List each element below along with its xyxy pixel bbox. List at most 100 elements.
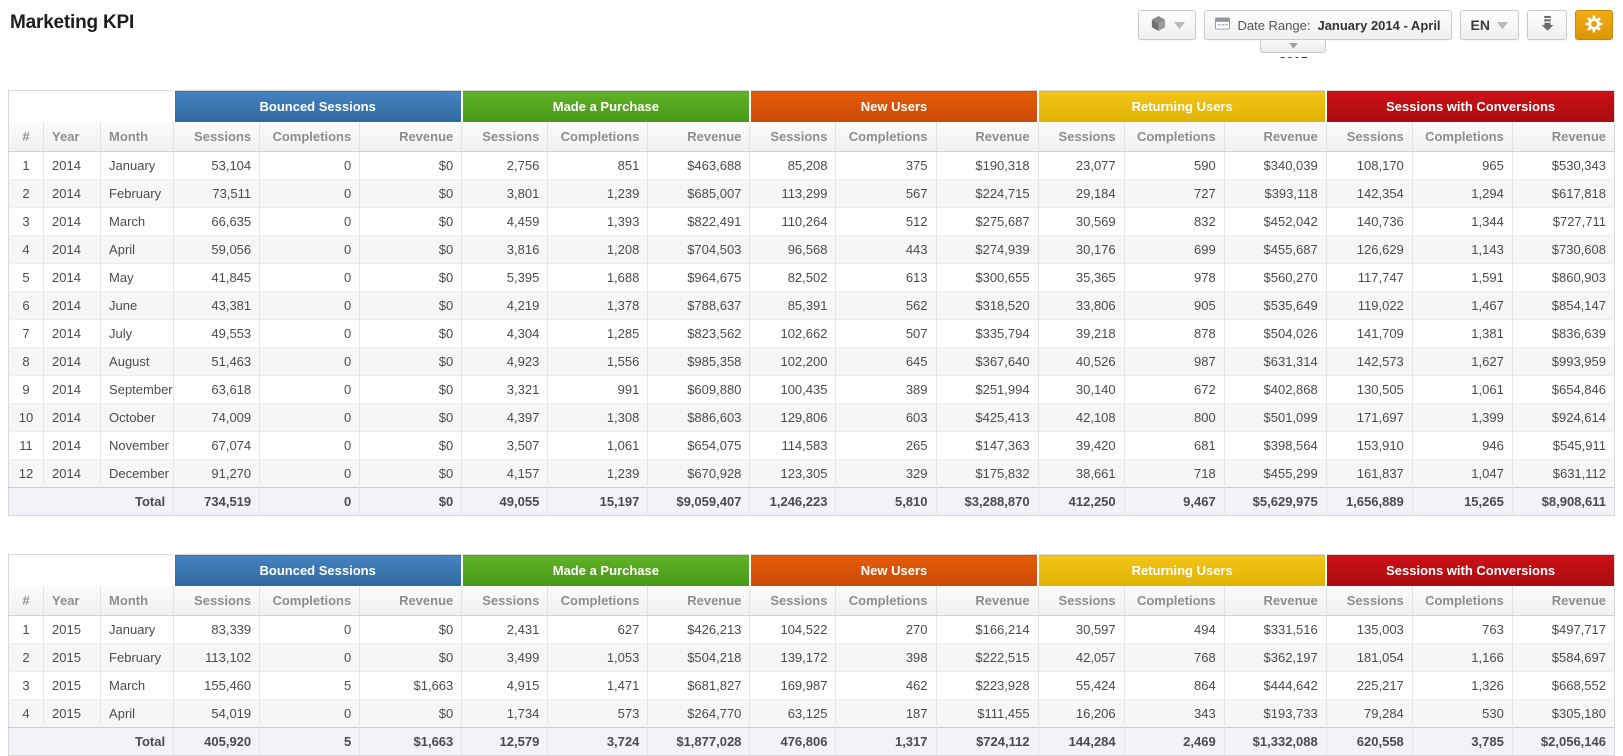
column-header: Sessions bbox=[462, 586, 548, 616]
cell: 0 bbox=[260, 208, 360, 236]
total-cell: $1,877,028 bbox=[648, 728, 750, 756]
cell: September bbox=[101, 376, 174, 404]
group-header-returning-users: Returning Users bbox=[1038, 555, 1326, 587]
cell: 85,391 bbox=[750, 292, 836, 320]
cell: 329 bbox=[836, 460, 936, 488]
cell: $0 bbox=[360, 404, 462, 432]
group-header-new-users: New Users bbox=[750, 91, 1038, 123]
cell: $331,516 bbox=[1224, 616, 1326, 644]
column-header: Sessions bbox=[174, 122, 260, 152]
blank-header-cell bbox=[9, 555, 174, 587]
cell: 645 bbox=[836, 348, 936, 376]
cell: $190,318 bbox=[936, 152, 1038, 180]
cell: 171,697 bbox=[1326, 404, 1412, 432]
cell: 1,471 bbox=[548, 672, 648, 700]
cell: 1,047 bbox=[1412, 460, 1512, 488]
cell: 8 bbox=[9, 348, 44, 376]
column-header: Completions bbox=[1124, 586, 1224, 616]
cell: $993,959 bbox=[1512, 348, 1614, 376]
cell: 35,365 bbox=[1038, 264, 1124, 292]
cell: 4,915 bbox=[462, 672, 548, 700]
column-header: Sessions bbox=[1326, 122, 1412, 152]
cell: 905 bbox=[1124, 292, 1224, 320]
column-header: Revenue bbox=[1224, 122, 1326, 152]
table-row: 52014May41,8450$05,3951,688$964,67582,50… bbox=[9, 264, 1615, 292]
cell: $631,314 bbox=[1224, 348, 1326, 376]
cell: March bbox=[101, 208, 174, 236]
settings-button[interactable] bbox=[1575, 10, 1613, 40]
cell: 4,923 bbox=[462, 348, 548, 376]
column-header: Sessions bbox=[1038, 122, 1124, 152]
cell: 2014 bbox=[44, 432, 101, 460]
cell: 30,597 bbox=[1038, 616, 1124, 644]
total-cell: 15,265 bbox=[1412, 488, 1512, 516]
download-button[interactable] bbox=[1527, 10, 1567, 40]
column-header: Year bbox=[44, 586, 101, 616]
column-header: Completions bbox=[836, 122, 936, 152]
cell: $111,455 bbox=[936, 700, 1038, 728]
cell: 0 bbox=[260, 404, 360, 432]
cell: 1,688 bbox=[548, 264, 648, 292]
cell: $501,099 bbox=[1224, 404, 1326, 432]
cell: 1,734 bbox=[462, 700, 548, 728]
widgets-dropdown-button[interactable] bbox=[1138, 10, 1196, 40]
cell: $681,827 bbox=[648, 672, 750, 700]
cell: 5 bbox=[260, 672, 360, 700]
cell: June bbox=[101, 292, 174, 320]
cell: $0 bbox=[360, 460, 462, 488]
cell: 1,326 bbox=[1412, 672, 1512, 700]
table-row: 32014March66,6350$04,4591,393$822,491110… bbox=[9, 208, 1615, 236]
cell: 135,003 bbox=[1326, 616, 1412, 644]
kpi-table-2015: Bounced SessionsMade a PurchaseNew Users… bbox=[8, 554, 1615, 756]
cell: 1,061 bbox=[1412, 376, 1512, 404]
table-row: 12014January53,1040$02,756851$463,68885,… bbox=[9, 152, 1615, 180]
cell: 23,077 bbox=[1038, 152, 1124, 180]
cell: 16,206 bbox=[1038, 700, 1124, 728]
date-range-overflow[interactable]: 2015 bbox=[1260, 39, 1326, 58]
cell: 2014 bbox=[44, 404, 101, 432]
group-header-made-a-purchase: Made a Purchase bbox=[462, 555, 750, 587]
cell: $275,687 bbox=[936, 208, 1038, 236]
cell: 1,239 bbox=[548, 180, 648, 208]
cell: $788,637 bbox=[648, 292, 750, 320]
cell: 1,166 bbox=[1412, 644, 1512, 672]
column-header: Revenue bbox=[360, 122, 462, 152]
cell: $631,112 bbox=[1512, 460, 1614, 488]
date-range-button[interactable]: Date Range: January 2014 - April bbox=[1204, 10, 1451, 40]
cell: 443 bbox=[836, 236, 936, 264]
cell: 126,629 bbox=[1326, 236, 1412, 264]
cell: February bbox=[101, 180, 174, 208]
language-label: EN bbox=[1471, 17, 1490, 33]
cell: 763 bbox=[1412, 616, 1512, 644]
cell: 100,435 bbox=[750, 376, 836, 404]
cell: 590 bbox=[1124, 152, 1224, 180]
language-dropdown-button[interactable]: EN bbox=[1460, 10, 1519, 40]
cell: 12 bbox=[9, 460, 44, 488]
cell: $147,363 bbox=[936, 432, 1038, 460]
cell: 4,157 bbox=[462, 460, 548, 488]
cell: 1,381 bbox=[1412, 320, 1512, 348]
cell: 2014 bbox=[44, 320, 101, 348]
cell: $685,007 bbox=[648, 180, 750, 208]
cell: $654,846 bbox=[1512, 376, 1614, 404]
cell: 530 bbox=[1412, 700, 1512, 728]
total-cell: 15,197 bbox=[548, 488, 648, 516]
column-header: Year bbox=[44, 122, 101, 152]
chevron-down-icon bbox=[1497, 18, 1508, 33]
cell: 2014 bbox=[44, 236, 101, 264]
column-header: Completions bbox=[836, 586, 936, 616]
cell: $335,794 bbox=[936, 320, 1038, 348]
cell: 987 bbox=[1124, 348, 1224, 376]
total-cell: 3,724 bbox=[548, 728, 648, 756]
cell: $318,520 bbox=[936, 292, 1038, 320]
cell: 102,200 bbox=[750, 348, 836, 376]
cell: 965 bbox=[1412, 152, 1512, 180]
cell: $609,880 bbox=[648, 376, 750, 404]
cell: 63,618 bbox=[174, 376, 260, 404]
column-header: Month bbox=[101, 586, 174, 616]
cell: 1,393 bbox=[548, 208, 648, 236]
cell: 265 bbox=[836, 432, 936, 460]
cell: $0 bbox=[360, 180, 462, 208]
cell: 343 bbox=[1124, 700, 1224, 728]
cell: 2014 bbox=[44, 264, 101, 292]
